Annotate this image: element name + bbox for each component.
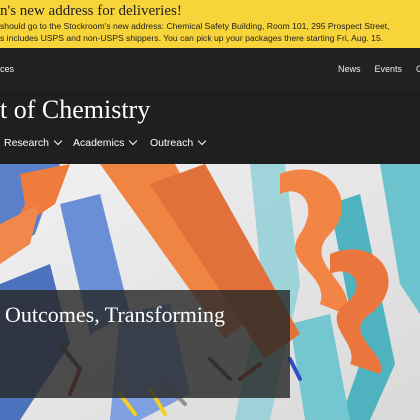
alert-line-1: should go to the Stockroom's new address… <box>0 21 390 31</box>
chevron-down-icon <box>197 136 207 146</box>
main-nav <box>0 132 420 164</box>
utility-links: News Events Gi <box>338 64 420 74</box>
nav-item-research[interactable]: Research <box>4 136 63 149</box>
nav-item-outreach[interactable]: Outreach <box>150 136 207 149</box>
nav-item-label: Academics <box>73 137 125 149</box>
hero-caption: Outcomes, Transforming <box>5 302 225 327</box>
news-link[interactable]: News <box>338 64 361 74</box>
give-link[interactable]: Gi <box>416 64 420 74</box>
chevron-down-icon <box>53 136 63 146</box>
nav-item-academics[interactable]: Academics <box>73 136 138 149</box>
alert-title: n's new address for deliveries! <box>0 3 182 19</box>
nav-item-label: Outreach <box>150 137 194 149</box>
nav-item-label: Research <box>4 137 49 149</box>
alert-banner: n's new address for deliveries! should g… <box>0 0 420 48</box>
alert-body: should go to the Stockroom's new address… <box>0 20 420 44</box>
utility-link[interactable]: ces <box>0 64 14 74</box>
chevron-down-icon <box>129 136 138 146</box>
site-title[interactable]: t of Chemistry <box>0 95 150 125</box>
utility-bar: ces News Events Gi <box>0 48 420 91</box>
alert-line-2: s includes USPS and non-USPS shippers. Y… <box>0 33 384 43</box>
events-link[interactable]: Events <box>375 64 403 74</box>
